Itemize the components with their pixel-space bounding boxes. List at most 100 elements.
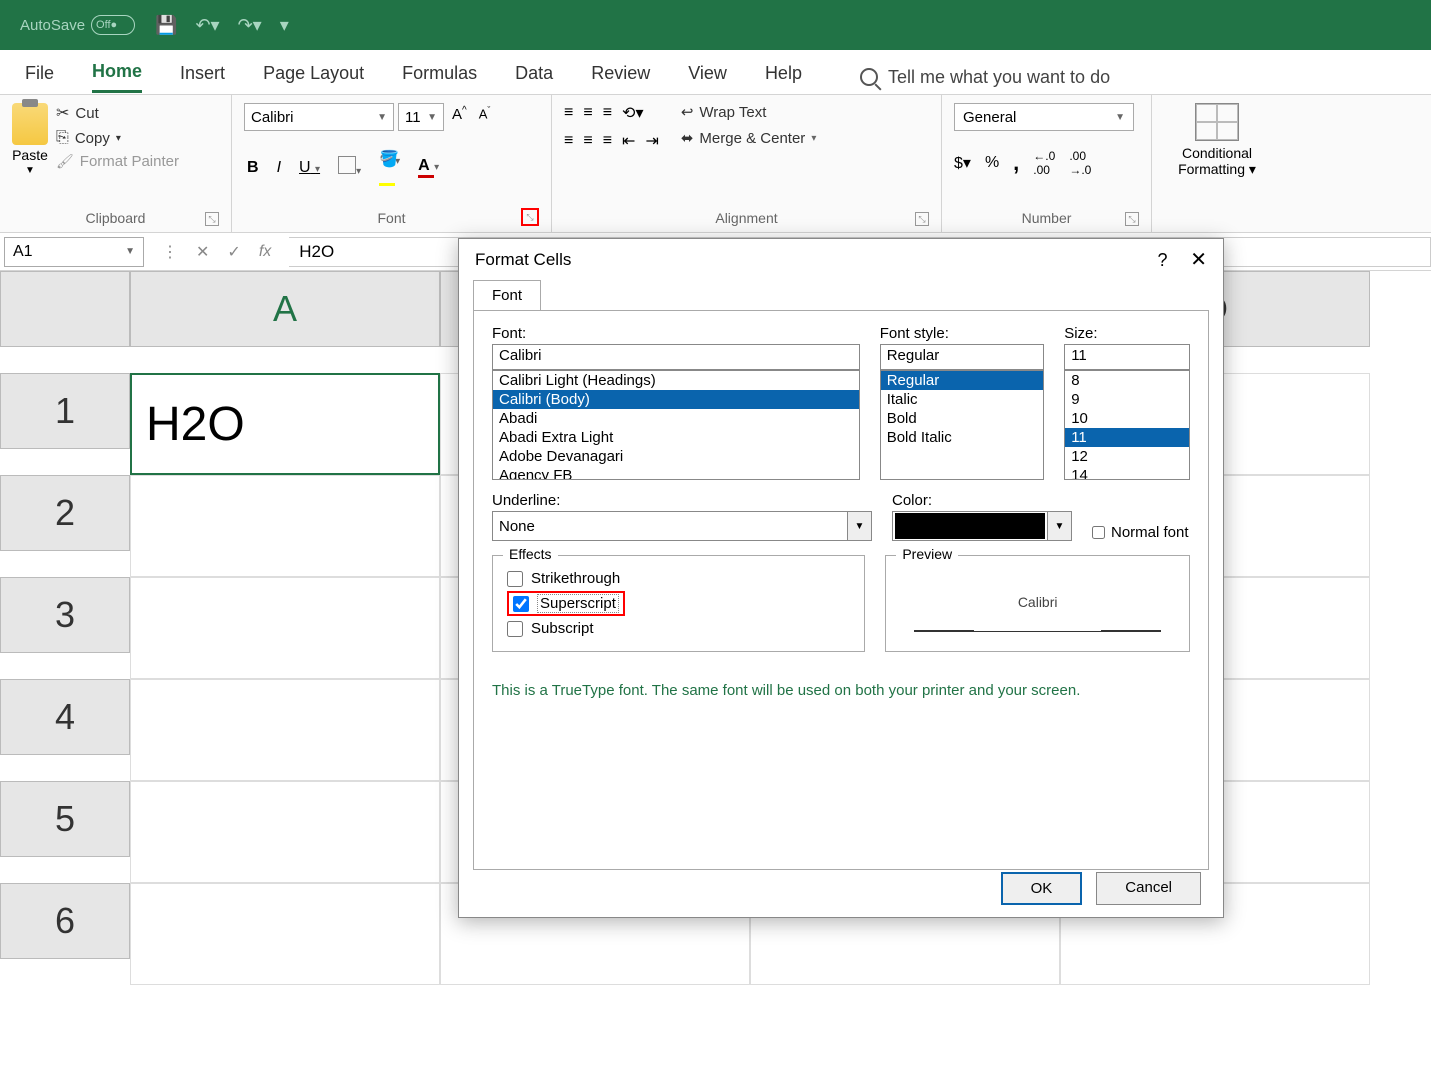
align-center-button[interactable]: ≡ [583,132,592,150]
conditional-formatting-icon [1195,103,1239,141]
border-icon [338,156,356,174]
italic-button[interactable]: I [274,157,284,179]
accounting-format-button[interactable]: $▾ [954,153,971,173]
font-size-combo[interactable]: 11▼ [398,103,444,131]
color-swatch [895,513,1045,539]
align-right-button[interactable]: ≡ [603,132,612,150]
border-button[interactable]: ▾ [335,154,364,181]
paste-button[interactable]: Paste ▼ [12,103,48,176]
font-style-textbox[interactable]: Regular [880,344,1045,370]
title-bar: AutoSave Off ● 💾 ↶▾ ↷▾ ▾ [0,0,1431,50]
name-box[interactable]: A1▼ [4,237,144,267]
underline-combo[interactable]: None▼ [492,511,872,541]
row-header-5[interactable]: 5 [0,781,130,857]
comma-button[interactable]: , [1013,150,1019,176]
font-textbox[interactable]: Calibri [492,344,860,370]
font-style-label: Font style: [880,325,1045,342]
dialog-note: This is a TrueType font. The same font w… [492,682,1190,699]
bold-button[interactable]: B [244,157,262,179]
tab-view[interactable]: View [688,63,727,92]
superscript-checkbox[interactable]: Superscript [507,591,625,616]
underline-button[interactable]: U ▾ [296,157,323,179]
decrease-indent-button[interactable]: ⇤ [622,131,635,151]
brush-icon [56,153,74,170]
row-header-1[interactable]: 1 [0,373,130,449]
tab-data[interactable]: Data [515,63,553,92]
qat-customize-icon[interactable]: ▾ [280,15,289,36]
dialog-tab-font[interactable]: Font [473,280,541,310]
cancel-button[interactable]: Cancel [1096,872,1201,905]
size-textbox[interactable]: 11 [1064,344,1190,370]
shrink-font-button[interactable]: Aˇ [475,103,495,131]
fill-icon: 🪣 [379,149,395,186]
copy-button[interactable]: Copy ▾ [56,129,179,147]
format-cells-dialog: Format Cells ? ✕ Font Font: Calibri Cali… [458,238,1224,918]
number-format-combo[interactable]: General▼ [954,103,1134,131]
size-listbox[interactable]: 8 9 10 11 12 14 [1064,370,1190,480]
font-name-combo[interactable]: Calibri▼ [244,103,394,131]
font-launcher[interactable]: ⤡ [521,208,539,226]
enter-formula-icon[interactable]: ✓ [227,242,240,262]
orientation-button[interactable]: ⟲▾ [622,103,643,123]
grow-font-button[interactable]: A^ [448,103,471,131]
undo-icon[interactable]: ↶▾ [195,15,219,36]
merge-center-button[interactable]: ⬌Merge & Center ▾ [681,129,817,147]
increase-indent-button[interactable]: ⇥ [645,131,658,151]
align-top-button[interactable]: ≡ [564,104,573,122]
align-bottom-button[interactable]: ≡ [603,104,612,122]
row-header-6[interactable]: 6 [0,883,130,959]
align-middle-button[interactable]: ≡ [583,104,592,122]
dialog-close-icon[interactable]: ✕ [1190,249,1207,271]
cell-a2[interactable] [130,475,440,577]
tab-formulas[interactable]: Formulas [402,63,477,92]
row-header-3[interactable]: 3 [0,577,130,653]
preview-box: Calibri [914,572,1161,632]
percent-button[interactable]: % [985,154,999,172]
increase-decimal-button[interactable]: ←.0.00 [1033,149,1055,177]
wrap-text-button[interactable]: ↩Wrap Text [681,103,817,121]
normal-font-checkbox[interactable]: Normal font [1092,524,1189,541]
font-color-icon: A [418,157,434,178]
fill-color-button[interactable]: 🪣▾ [376,147,403,188]
font-listbox[interactable]: Calibri Light (Headings) Calibri (Body) … [492,370,860,480]
row-header-2[interactable]: 2 [0,475,130,551]
tab-home[interactable]: Home [92,61,142,93]
autosave-toggle[interactable]: AutoSave Off ● [20,15,135,35]
row-header-4[interactable]: 4 [0,679,130,755]
alignment-launcher[interactable]: ⤡ [915,212,929,226]
tab-insert[interactable]: Insert [180,63,225,92]
number-launcher[interactable]: ⤡ [1125,212,1139,226]
align-left-button[interactable]: ≡ [564,132,573,150]
cut-button[interactable]: Cut [56,103,179,123]
tab-review[interactable]: Review [591,63,650,92]
clipboard-launcher[interactable]: ⤡ [205,212,219,226]
cancel-formula-icon[interactable]: ✕ [196,242,209,262]
cell-a1[interactable]: H2O [130,373,440,475]
tab-file[interactable]: File [25,63,54,92]
col-header-a[interactable]: A [130,271,440,347]
save-icon[interactable]: 💾 [155,15,177,36]
ribbon: Paste ▼ Cut Copy ▾ Format Painter Clipbo… [0,95,1431,233]
clipboard-group-label: Clipboard [86,210,146,226]
select-all-corner[interactable] [0,271,130,347]
dialog-help-icon[interactable]: ? [1157,250,1167,270]
chevron-down-icon: ▼ [847,512,871,540]
color-combo[interactable]: ▼ [892,511,1072,541]
tab-page-layout[interactable]: Page Layout [263,63,364,92]
merge-icon: ⬌ [681,129,694,147]
font-color-button[interactable]: A▾ [415,155,442,180]
fx-icon[interactable]: fx [259,243,271,261]
format-painter-button[interactable]: Format Painter [56,153,179,170]
tell-me-search[interactable]: Tell me what you want to do [860,67,1110,88]
subscript-checkbox[interactable]: Subscript [507,620,850,637]
conditional-formatting-button[interactable]: Conditional Formatting ▾ [1178,103,1256,178]
decrease-decimal-button[interactable]: .00→.0 [1069,149,1091,177]
tab-help[interactable]: Help [765,63,802,92]
dialog-title: Format Cells [475,250,571,270]
color-label: Color: [892,492,1072,509]
redo-icon[interactable]: ↷▾ [238,15,262,36]
dropdown-icon[interactable]: ⋮ [162,242,178,262]
ok-button[interactable]: OK [1001,872,1083,905]
strikethrough-checkbox[interactable]: Strikethrough [507,570,850,587]
font-style-listbox[interactable]: Regular Italic Bold Bold Italic [880,370,1045,480]
